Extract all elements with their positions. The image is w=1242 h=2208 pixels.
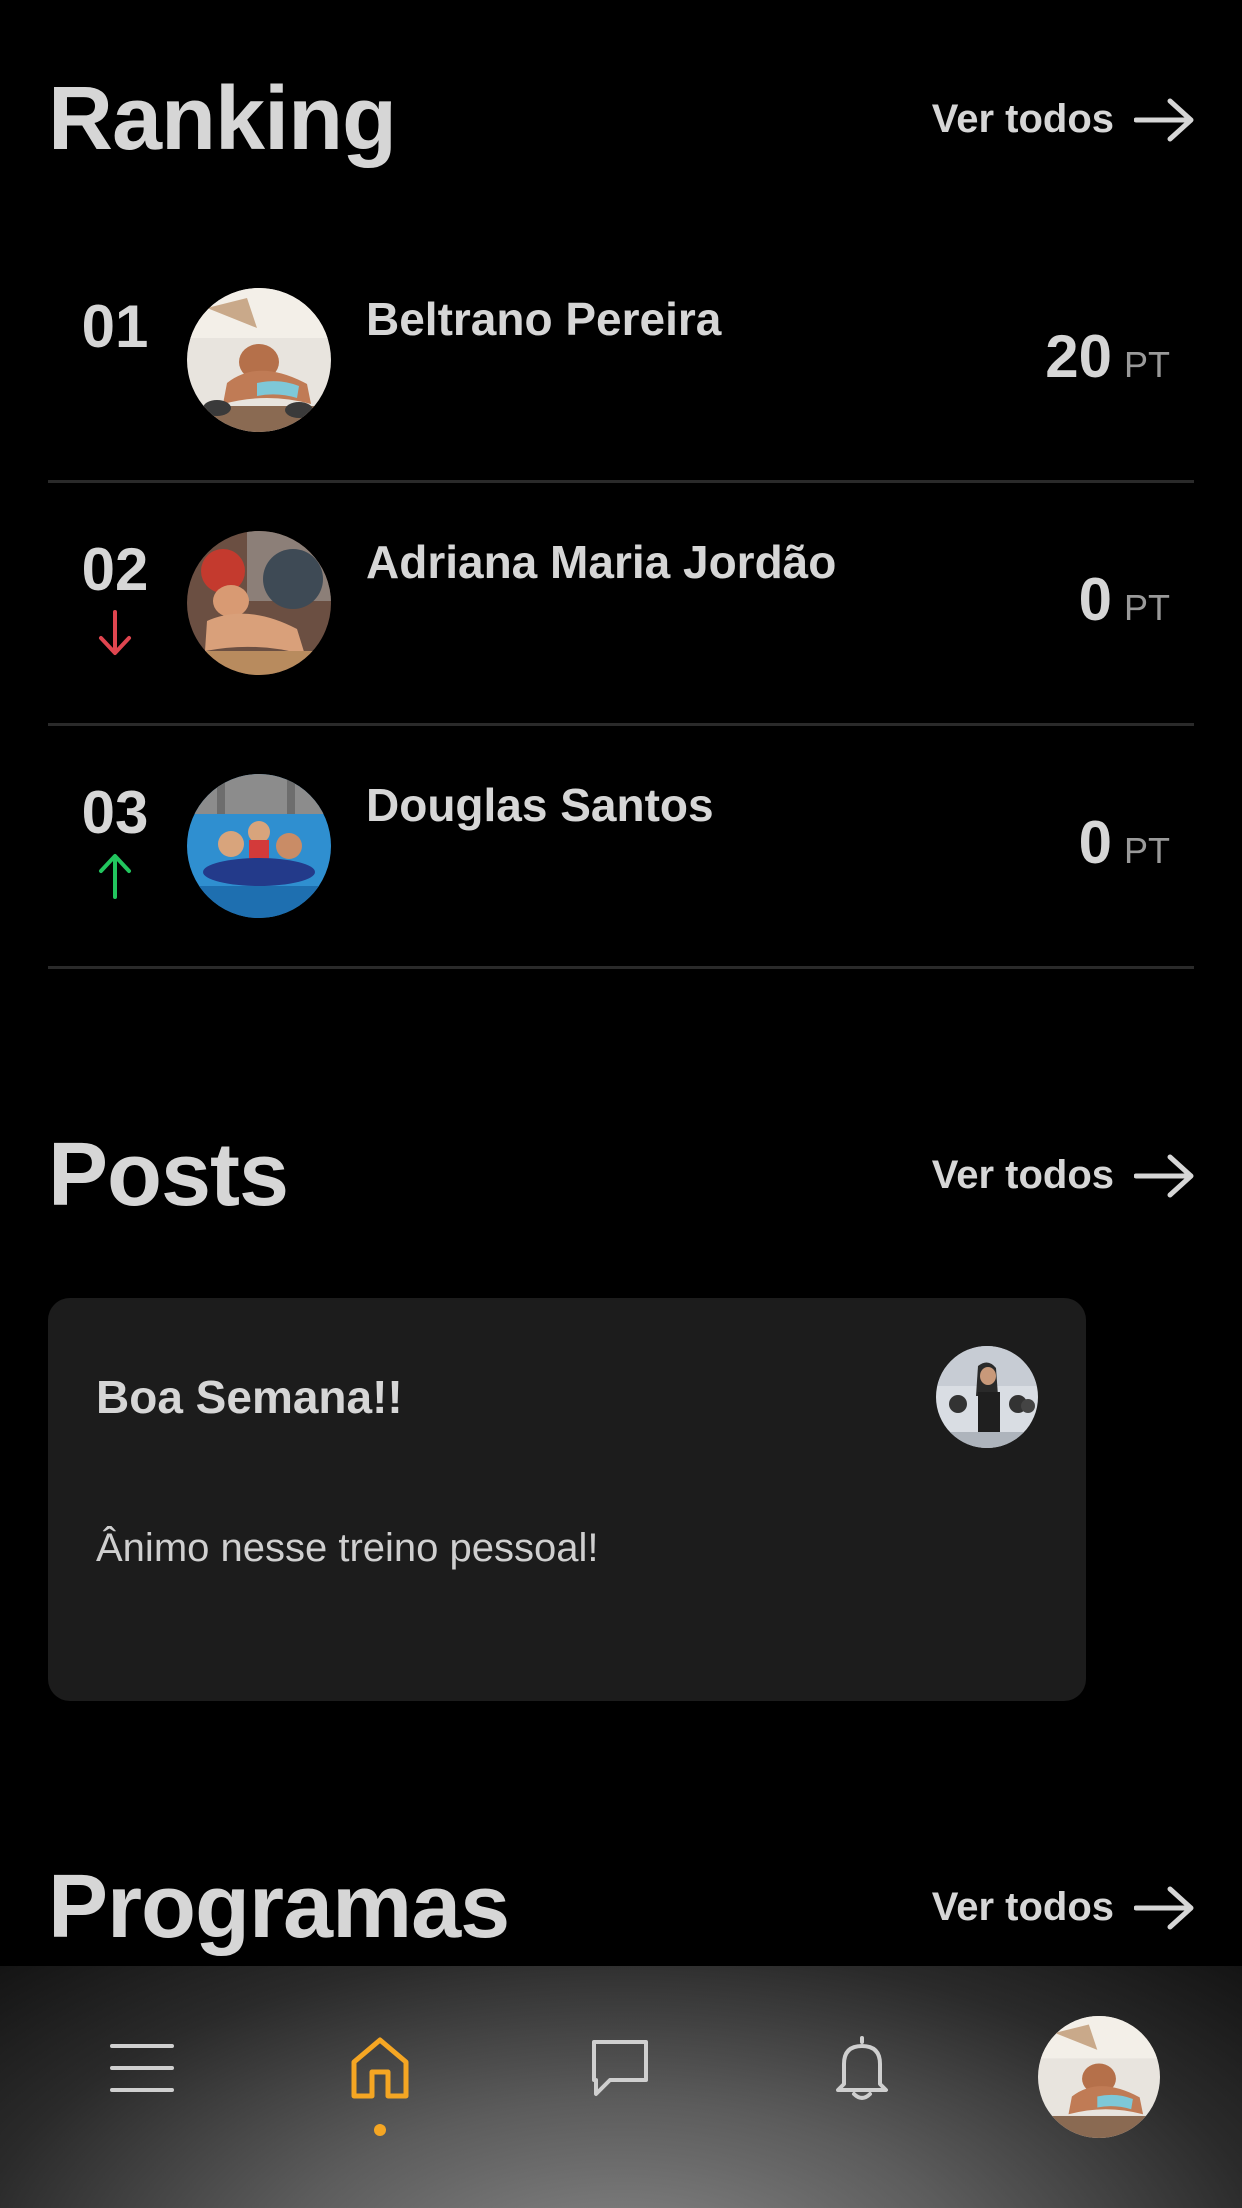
points-value: 0 (1078, 566, 1112, 633)
nav-messages[interactable] (570, 2018, 670, 2118)
ranking-row[interactable]: 02 Adriana Maria Jordão 0 PT (48, 483, 1194, 726)
points-unit: PT (1123, 344, 1170, 385)
rank-points: 0 PT (1079, 808, 1170, 877)
chat-icon (592, 2040, 648, 2096)
ranking-title: Ranking (48, 69, 397, 169)
active-indicator (374, 2124, 386, 2136)
rank-name: Adriana Maria Jordão (366, 536, 837, 588)
arrow-up-icon (99, 854, 131, 899)
menu-icon (110, 2044, 174, 2092)
post-card[interactable]: Boa Semana!! Ânimo nesse treino pessoal! (48, 1298, 1086, 1701)
avatar (187, 531, 331, 675)
nav-menu[interactable] (92, 2018, 192, 2118)
programs-see-all-link[interactable]: Ver todos (932, 1885, 1194, 1930)
rank-number: 03 (81, 779, 149, 846)
see-all-label: Ver todos (931, 1885, 1114, 1929)
rank-points: 20 PT (1045, 322, 1170, 391)
ranking-header: Ranking Ver todos (48, 68, 1194, 171)
avatar (187, 288, 331, 432)
points-unit: PT (1123, 830, 1170, 871)
rank-points: 0 PT (1079, 565, 1170, 634)
bell-icon (836, 2036, 888, 2100)
rank-position: 02 (70, 535, 160, 658)
ranking-row[interactable]: 01 Beltrano Pereira 20 PT (48, 240, 1194, 483)
points-value: 0 (1078, 809, 1112, 876)
profile-avatar[interactable] (1038, 2016, 1160, 2138)
points-value: 20 (1045, 323, 1112, 390)
home-screen: Ranking Ver todos 01 Beltrano Pereira 20… (0, 0, 1242, 2208)
rank-position: 01 (70, 292, 160, 361)
rank-number: 02 (81, 536, 149, 603)
rank-name: Beltrano Pereira (366, 293, 722, 345)
ranking-row[interactable]: 03 Douglas Santos 0 PT (48, 726, 1194, 969)
posts-header: Posts Ver todos (48, 1124, 1194, 1227)
arrow-right-icon (1134, 1886, 1194, 1929)
avatar (187, 774, 331, 918)
posts-title: Posts (48, 1125, 289, 1225)
arrow-right-icon (1134, 1154, 1194, 1197)
arrow-down-icon (99, 610, 131, 655)
post-body: Ânimo nesse treino pessoal! (96, 1526, 599, 1570)
nav-home[interactable] (330, 2018, 430, 2118)
ranking-see-all-link[interactable]: Ver todos (932, 97, 1194, 142)
posts-see-all-link[interactable]: Ver todos (932, 1153, 1194, 1198)
see-all-label: Ver todos (931, 1153, 1114, 1197)
arrow-right-icon (1134, 98, 1194, 141)
ranking-list: 01 Beltrano Pereira 20 PT 02 Adriana Mar… (48, 240, 1194, 969)
post-title: Boa Semana!! (96, 1371, 403, 1423)
rank-name: Douglas Santos (366, 779, 714, 831)
points-unit: PT (1123, 587, 1170, 628)
see-all-label: Ver todos (931, 97, 1114, 141)
avatar (936, 1346, 1038, 1448)
programs-title: Programas (48, 1857, 510, 1957)
programs-header: Programas Ver todos (48, 1856, 1194, 1959)
nav-notifications[interactable] (812, 2018, 912, 2118)
bottom-nav (0, 1966, 1242, 2208)
home-icon (351, 2037, 409, 2099)
rank-position: 03 (70, 778, 160, 901)
rank-number: 01 (81, 293, 149, 360)
